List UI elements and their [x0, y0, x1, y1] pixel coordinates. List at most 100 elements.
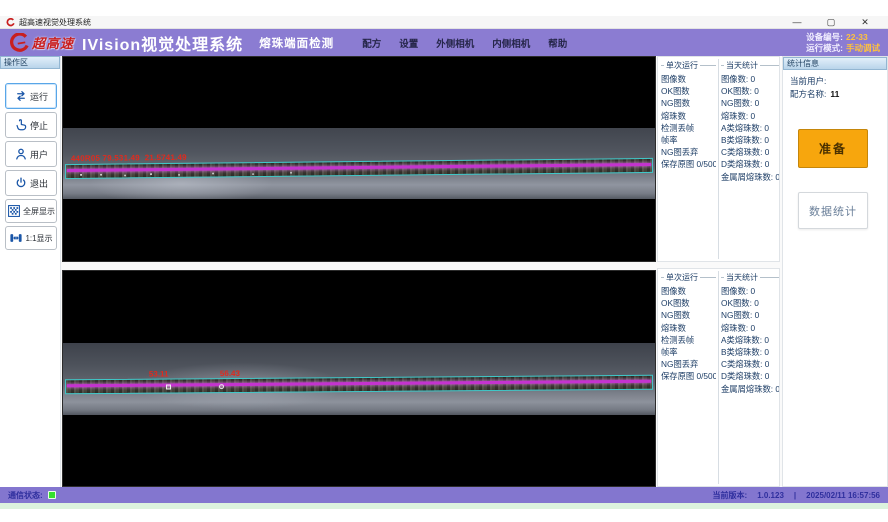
datetime-value: 2025/02/11 16:57:56	[806, 491, 880, 500]
minimize-button[interactable]: —	[780, 16, 814, 29]
page-subtitle: 熔珠端面检测	[259, 35, 334, 51]
stat-row: OK图数	[661, 85, 716, 97]
stat-row: 图像数: 0	[721, 73, 779, 85]
one-to-one-icon	[9, 231, 23, 245]
stat-row: 熔珠数: 0	[721, 110, 779, 122]
group-title: 当天统计	[726, 272, 758, 283]
menu-item[interactable]: 设置	[399, 36, 418, 50]
current-user-label: 当前用户:	[790, 76, 826, 86]
menu-item[interactable]: 配方	[362, 36, 381, 50]
defect-mark-dot	[219, 384, 224, 389]
menu-bar: 配方 设置 外侧相机 内侧相机 帮助	[362, 36, 567, 50]
stat-row: NG图丢弃	[661, 358, 716, 370]
page-title: IVision视觉处理系统	[82, 31, 243, 55]
stats-panel-bottom: 单次运行 图像数OK图数NG图数熔珠数检测丢帧帧率NG图丢弃保存原图 0/500…	[657, 268, 780, 487]
exit-button[interactable]: 退出	[5, 170, 57, 196]
stop-button[interactable]: 停止	[5, 112, 57, 138]
group-title: 当天统计	[726, 60, 758, 71]
today-stats-group: 当天统计 图像数: 0OK图数: 0NG图数: 0熔珠数: 0A类熔珠数: 0B…	[721, 60, 779, 259]
stat-row: NG图数: 0	[721, 97, 779, 109]
recipe-name-value: 11	[830, 89, 839, 99]
exit-button-label: 退出	[30, 177, 48, 190]
app-icon	[6, 18, 15, 27]
stat-row: C类熔珠数: 0	[721, 146, 779, 158]
bead-specks	[80, 174, 82, 176]
measurement-annotation: 440R05 79.531.49 21.5741.49	[71, 153, 187, 163]
data-statistics-button[interactable]: 数据统计	[798, 192, 868, 229]
single-run-rows: 图像数OK图数NG图数熔珠数检测丢帧帧率NG图丢弃保存原图 0/500	[661, 73, 716, 171]
measurement-annotation: 56.43	[220, 369, 240, 378]
stat-row: 金属屑熔珠数: 0	[721, 383, 779, 395]
version-datetime: 当前版本: 1.0.123 | 2025/02/11 16:57:56	[713, 490, 880, 501]
defect-mark-square	[166, 384, 171, 389]
divider	[718, 271, 719, 484]
statistics-info-panel: 统计信息 当前用户: 配方名称:11 准备 数据统计	[782, 56, 888, 487]
version-label: 当前版本:	[713, 490, 748, 501]
group-title: 单次运行	[666, 60, 698, 71]
brand-logo: 超高速	[8, 33, 74, 53]
stat-row: D类熔珠数: 0	[721, 158, 779, 170]
prepare-button[interactable]: 准备	[798, 129, 868, 168]
stat-row: A类熔珠数: 0	[721, 334, 779, 346]
one-to-one-button[interactable]: 1:1显示	[5, 226, 57, 250]
stop-hand-icon	[14, 118, 28, 132]
stat-row: OK图数	[661, 297, 716, 309]
stop-button-label: 停止	[30, 119, 48, 132]
stat-row: 保存原图 0/500	[661, 370, 716, 382]
bead-centerline-overlay	[67, 163, 651, 172]
stat-row: NG图数	[661, 309, 716, 321]
stat-row: 保存原图 0/500	[661, 158, 716, 170]
stat-row: B类熔珠数: 0	[721, 346, 779, 358]
menu-item[interactable]: 外侧相机	[436, 36, 474, 50]
run-mode-value: 手动调试	[846, 43, 880, 53]
stat-row: D类熔珠数: 0	[721, 370, 779, 382]
stat-row: A类熔珠数: 0	[721, 122, 779, 134]
window-bottom-edge	[0, 503, 888, 509]
close-button[interactable]: ✕	[848, 16, 882, 29]
stat-row: OK图数: 0	[721, 85, 779, 97]
device-id-label: 设备编号:	[806, 32, 843, 42]
application-window: 超高速视觉处理系统 — ▢ ✕ 超高速 IVision视觉处理系统 熔珠端面检测…	[0, 0, 888, 522]
fullscreen-icon	[7, 204, 21, 218]
stat-row: 熔珠数	[661, 322, 716, 334]
device-id-value: 22-33	[846, 32, 868, 42]
stat-row: NG图丢弃	[661, 146, 716, 158]
camera-view-bottom: 53.11 56.43	[62, 270, 656, 487]
stat-row: 检测丢帧	[661, 122, 716, 134]
run-button-label: 运行	[30, 90, 48, 103]
divider	[718, 59, 719, 259]
sidebar-title: 操作区	[0, 56, 60, 69]
power-icon	[14, 176, 28, 190]
comm-status-indicator	[48, 491, 56, 499]
today-stats-group: 当天统计 图像数: 0OK图数: 0NG图数: 0熔珠数: 0A类熔珠数: 0B…	[721, 272, 779, 484]
single-run-rows: 图像数OK图数NG图数熔珠数检测丢帧帧率NG图丢弃保存原图 0/500	[661, 285, 716, 383]
fullscreen-button[interactable]: 全屏显示	[5, 199, 57, 223]
bead-centerline-overlay	[67, 380, 651, 388]
device-info: 设备编号:22-33 运行模式:手动调试	[806, 32, 880, 54]
user-button[interactable]: 用户	[5, 141, 57, 167]
brand-logo-text: 超高速	[32, 33, 74, 52]
fullscreen-button-label: 全屏显示	[23, 206, 55, 217]
one-to-one-button-label: 1:1显示	[25, 233, 52, 244]
run-button[interactable]: 运行	[5, 83, 57, 109]
main-area: 操作区 运行 停止 用户	[0, 56, 888, 487]
stat-row: 图像数: 0	[721, 285, 779, 297]
maximize-button[interactable]: ▢	[814, 16, 848, 29]
stat-row: 帧率	[661, 346, 716, 358]
brand-swoosh-icon	[8, 33, 30, 53]
stat-row: 熔珠数: 0	[721, 322, 779, 334]
stat-row: 熔珠数	[661, 110, 716, 122]
stat-row: OK图数: 0	[721, 297, 779, 309]
stat-row: 图像数	[661, 285, 716, 297]
menu-item[interactable]: 内侧相机	[492, 36, 530, 50]
comm-status-label: 通信状态:	[8, 490, 43, 501]
run-mode-label: 运行模式:	[806, 43, 843, 53]
measurement-annotation: 53.11	[149, 369, 169, 378]
app-header: 超高速 IVision视觉处理系统 熔珠端面检测 配方设置外侧相机内侧相机帮助 …	[0, 29, 888, 56]
menu-item[interactable]: 帮助	[548, 36, 567, 50]
stat-row: 金属屑熔珠数: 0	[721, 171, 779, 183]
single-run-group: 单次运行 图像数OK图数NG图数熔珠数检测丢帧帧率NG图丢弃保存原图 0/500	[661, 60, 716, 259]
run-icon	[14, 89, 28, 103]
info-panel-body: 当前用户: 配方名称:11 准备 数据统计	[783, 70, 887, 486]
version-value: 1.0.123	[757, 491, 784, 500]
